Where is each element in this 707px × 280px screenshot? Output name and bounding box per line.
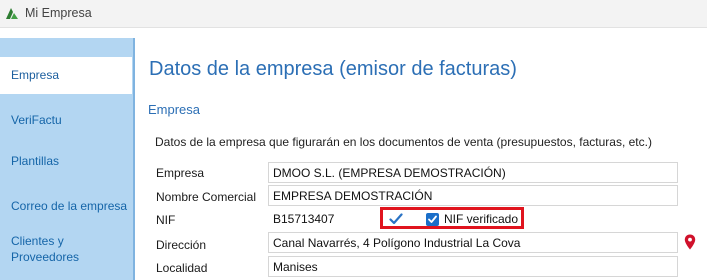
- sidebar-item-label: Empresa: [11, 68, 60, 82]
- nif-field[interactable]: B15713407: [268, 208, 378, 229]
- sidebar-item-label: Plantillas: [11, 154, 60, 168]
- nif-verified-label: NIF verificado: [444, 212, 519, 226]
- checkbox-check-icon: [428, 215, 437, 223]
- section-title: Empresa: [148, 102, 201, 117]
- header-spacer: [0, 28, 707, 38]
- sidebar-item-clientes[interactable]: Clientes y Proveedores: [0, 233, 100, 265]
- sidebar-item-verifactu[interactable]: VeriFactu: [0, 113, 133, 127]
- checkmark-icon: [389, 213, 403, 225]
- nombre-comercial-field[interactable]: EMPRESA DEMOSTRACIÓN: [268, 185, 678, 206]
- map-pin-icon[interactable]: [684, 234, 696, 250]
- empresa-label: Empresa: [156, 166, 205, 180]
- app-logo-icon: [6, 8, 18, 19]
- sidebar-item-plantillas[interactable]: Plantillas: [0, 154, 133, 168]
- window-title: Mi Empresa: [25, 6, 92, 20]
- direccion-label: Dirección: [156, 238, 207, 252]
- localidad-field[interactable]: Manises: [268, 256, 678, 277]
- localidad-label: Localidad: [156, 261, 208, 275]
- nif-label: NIF: [156, 213, 176, 227]
- main-panel: Datos de la empresa (emisor de facturas)…: [133, 38, 707, 280]
- sidebar-item-label: Clientes y Proveedores: [11, 234, 80, 264]
- page-title: Datos de la empresa (emisor de facturas): [149, 58, 517, 80]
- sidebar-item-label: VeriFactu: [11, 113, 62, 127]
- direccion-field[interactable]: Canal Navarrés, 4 Polígono Industrial La…: [268, 232, 678, 253]
- nif-verification-box: NIF verificado: [380, 207, 524, 229]
- sidebar-item-label: Correo de la empresa: [11, 199, 128, 213]
- sidebar-item-correo[interactable]: Correo de la empresa: [0, 199, 133, 213]
- section-description: Datos de la empresa que figurarán en los…: [155, 135, 652, 149]
- empresa-field[interactable]: DMOO S.L. (EMPRESA DEMOSTRACIÓN): [268, 162, 678, 183]
- nombre-comercial-label: Nombre Comercial: [156, 190, 257, 204]
- sidebar: Empresa VeriFactu Plantillas Correo de l…: [0, 38, 133, 280]
- sidebar-item-empresa[interactable]: Empresa: [0, 57, 132, 94]
- title-bar: Mi Empresa: [0, 0, 707, 28]
- nif-verified-checkbox[interactable]: [426, 213, 439, 226]
